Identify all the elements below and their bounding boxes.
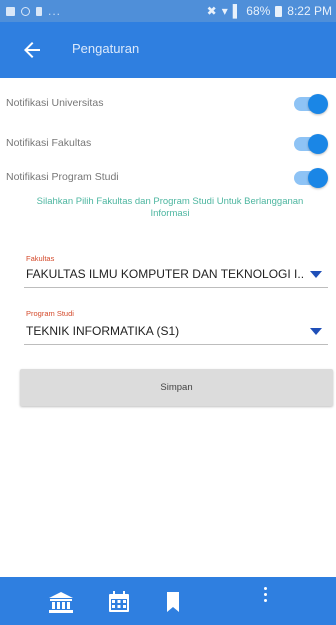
battery-percent: 68% bbox=[246, 4, 271, 18]
switch-knob bbox=[308, 168, 328, 188]
image-notification-icon bbox=[6, 6, 15, 16]
battery-icon bbox=[275, 5, 283, 17]
notif-universitas-switch[interactable] bbox=[294, 94, 328, 114]
status-time: 8:22 PM bbox=[287, 4, 332, 18]
notification-icon bbox=[36, 6, 42, 16]
page-title: Pengaturan bbox=[72, 41, 140, 56]
toggle-row-universitas: Notifikasi Universitas bbox=[0, 89, 336, 119]
program-studi-value: TEKNIK INFORMATIKA (S1) bbox=[26, 324, 180, 338]
switch-knob bbox=[308, 134, 328, 154]
dot bbox=[264, 599, 267, 602]
toggle-label-fakultas: Notifikasi Fakultas bbox=[6, 137, 92, 149]
bottom-nav bbox=[0, 577, 336, 625]
program-studi-label: Program Studi bbox=[26, 309, 74, 318]
switch-knob bbox=[308, 94, 328, 114]
bookmark-icon[interactable] bbox=[166, 591, 180, 613]
program-studi-select[interactable]: TEKNIK INFORMATIKA (S1) bbox=[24, 318, 328, 345]
status-bar: ... ✖ ▾ ▌ 68% 8:22 PM bbox=[0, 0, 336, 22]
circle-notification-icon bbox=[21, 6, 30, 16]
wifi-icon: ▾ bbox=[221, 4, 228, 18]
status-bar-left: ... bbox=[6, 4, 61, 18]
app-bar: Pengaturan bbox=[0, 22, 336, 78]
toggle-label-universitas: Notifikasi Universitas bbox=[6, 97, 104, 109]
university-icon[interactable] bbox=[48, 591, 74, 613]
status-bar-right: ✖ ▾ ▌ 68% 8:22 PM bbox=[207, 4, 332, 18]
toggle-label-program-studi: Notifikasi Program Studi bbox=[6, 171, 119, 183]
signal-icon: ▌ bbox=[232, 4, 242, 18]
notif-program-studi-switch[interactable] bbox=[294, 168, 328, 188]
dropdown-arrow-icon bbox=[310, 328, 322, 335]
subscription-info-text: Silahkan Pilih Fakultas dan Program Stud… bbox=[36, 196, 304, 219]
more-vert-icon[interactable] bbox=[264, 587, 268, 605]
notif-fakultas-switch[interactable] bbox=[294, 134, 328, 154]
save-button[interactable]: Simpan bbox=[20, 369, 333, 406]
dot bbox=[264, 587, 267, 590]
dropdown-arrow-icon bbox=[310, 271, 322, 278]
fakultas-select[interactable]: FAKULTAS ILMU KOMPUTER DAN TEKNOLOGI I.. bbox=[24, 261, 328, 288]
dot bbox=[264, 593, 267, 596]
status-dots: ... bbox=[48, 4, 62, 18]
arrow-left-icon[interactable] bbox=[20, 38, 44, 62]
fakultas-value: FAKULTAS ILMU KOMPUTER DAN TEKNOLOGI I.. bbox=[26, 267, 305, 281]
toggle-row-fakultas: Notifikasi Fakultas bbox=[0, 129, 336, 159]
toggle-row-program-studi: Notifikasi Program Studi bbox=[0, 163, 336, 193]
calendar-icon[interactable] bbox=[108, 591, 130, 613]
mute-icon: ✖ bbox=[206, 4, 217, 18]
